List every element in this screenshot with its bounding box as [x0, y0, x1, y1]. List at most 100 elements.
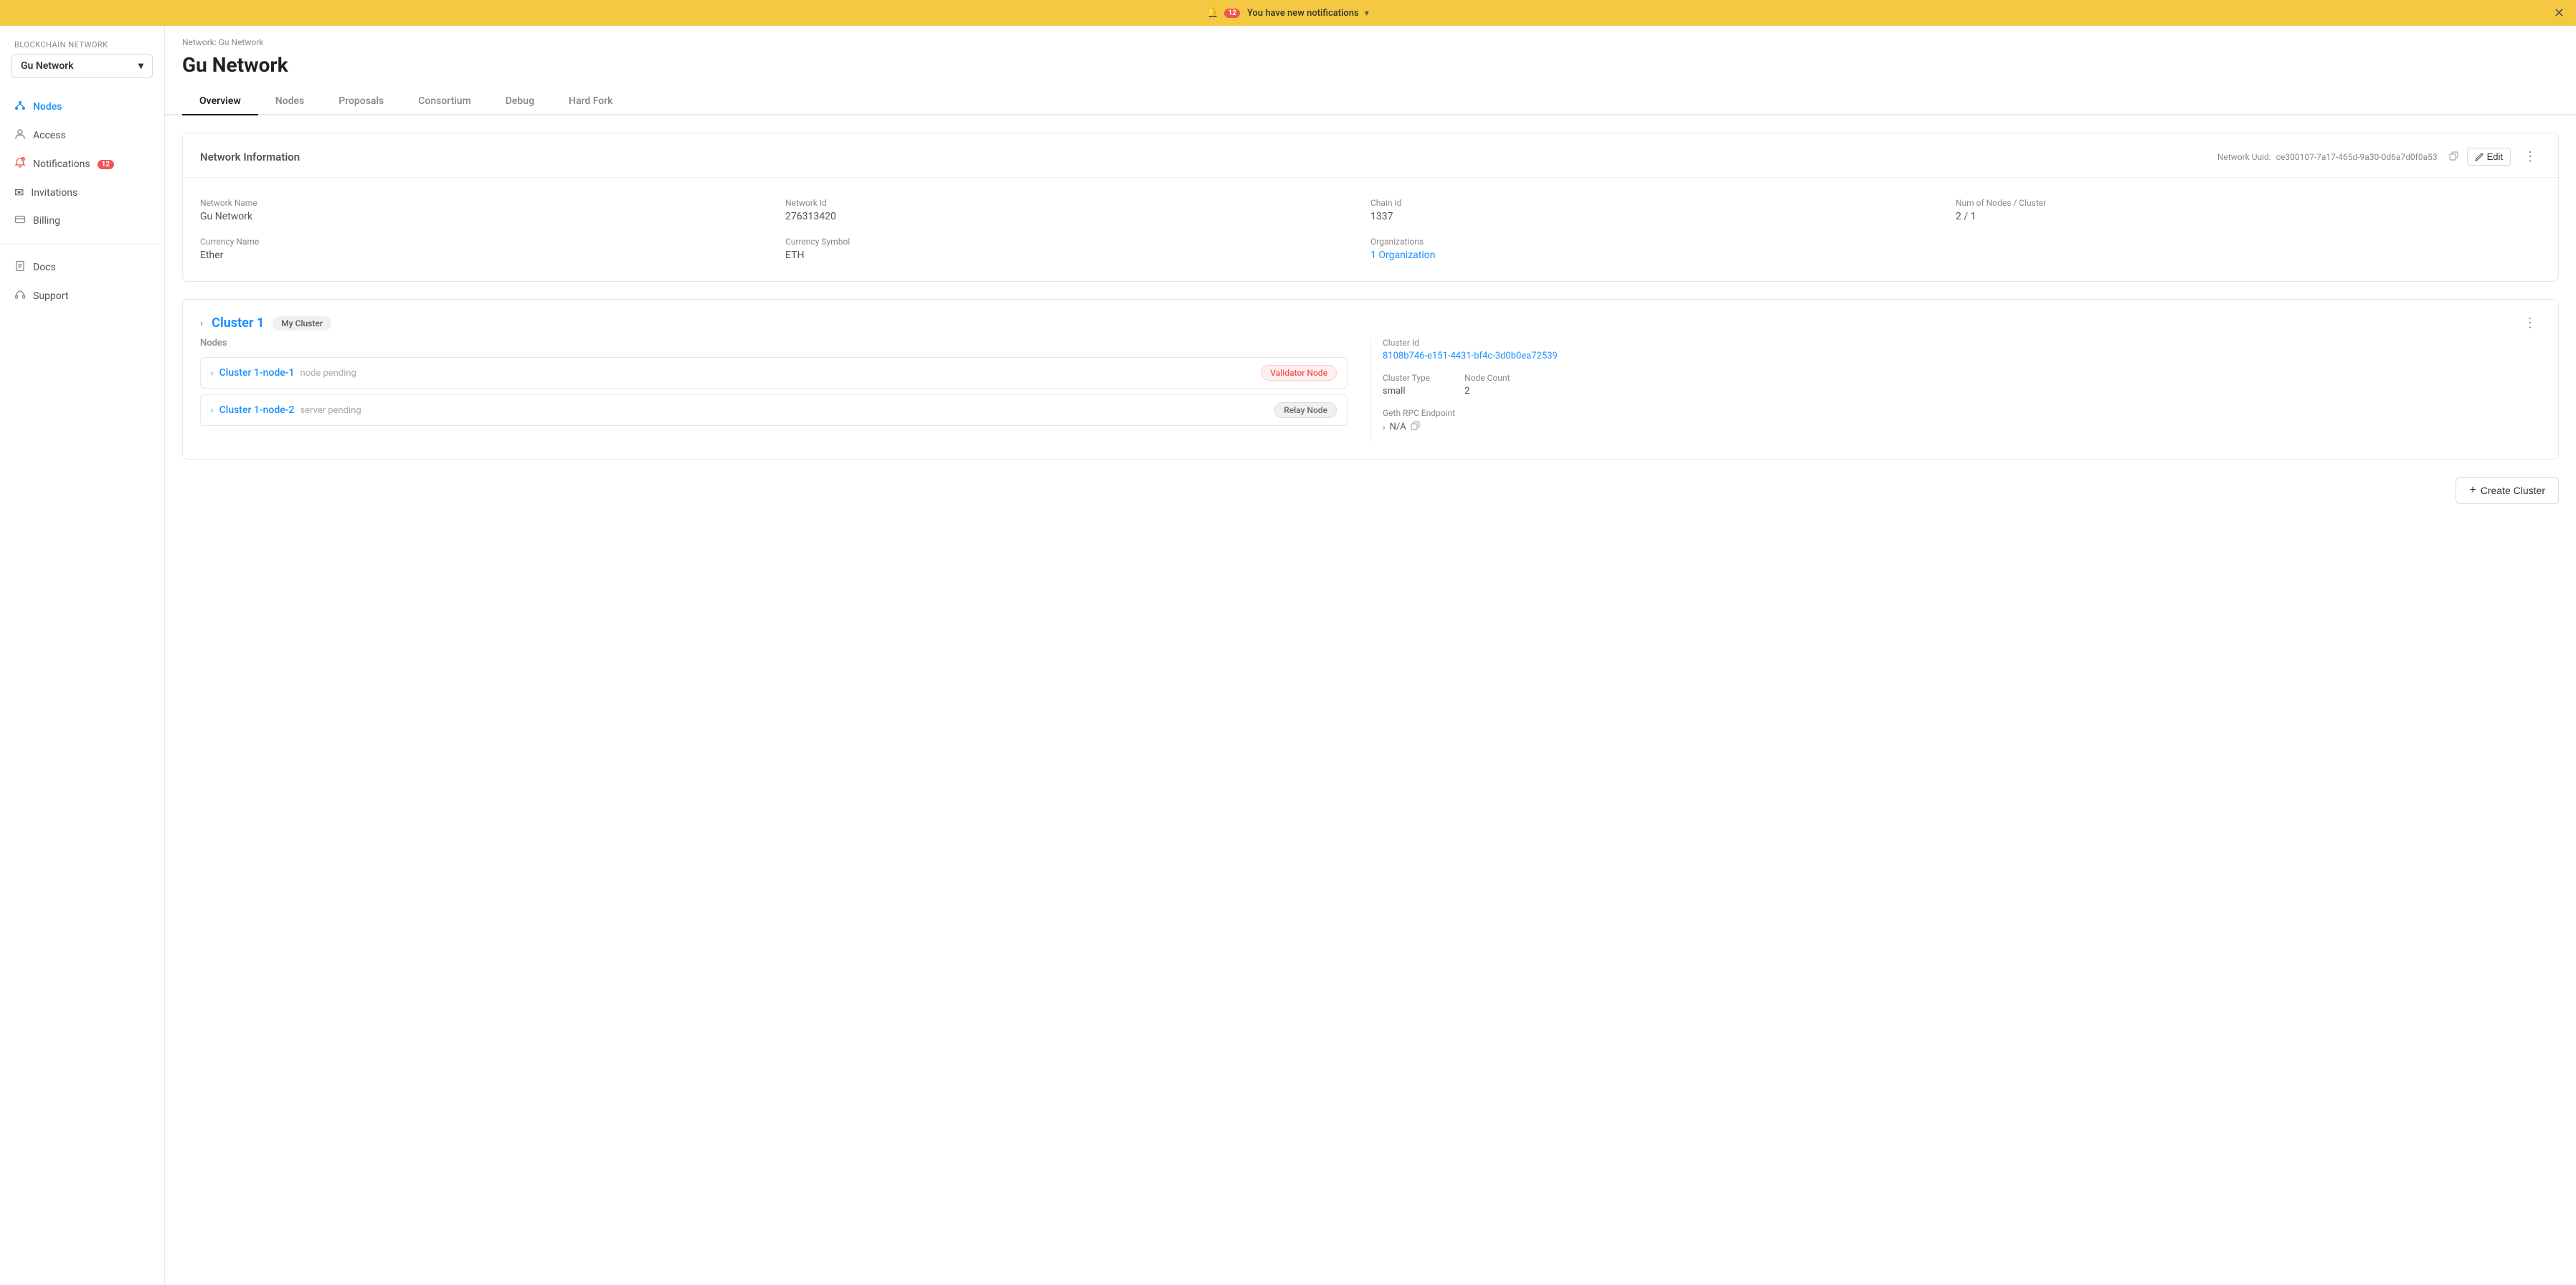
organizations-cell: Organizations 1 Organization — [1370, 231, 1956, 267]
cluster-body: Nodes › Cluster 1-node-1 node pending Va… — [183, 338, 2558, 459]
cluster-type-value: small — [1383, 386, 1430, 397]
node-row-2-left: › Cluster 1-node-2 server pending — [211, 404, 361, 416]
access-icon — [14, 128, 26, 143]
cluster-id-label: Cluster Id — [1383, 338, 2541, 348]
num-nodes-label: Num of Nodes / Cluster — [1956, 198, 2541, 208]
cluster-id-value: 8108b746-e151-4431-bf4c-3d0b0ea72539 — [1383, 351, 2541, 361]
empty-cell — [1956, 231, 2541, 267]
tabs-bar: Overview Nodes Proposals Consortium Debu… — [165, 88, 2576, 115]
notification-banner[interactable]: 🔔 12 You have new notifications ▾ ✕ — [0, 0, 2576, 26]
node-2-type-badge: Relay Node — [1274, 402, 1337, 418]
copy-uuid-icon[interactable] — [2449, 151, 2458, 163]
network-selector-label: Gu Network — [21, 60, 74, 72]
cluster-info-section: Cluster Id 8108b746-e151-4431-bf4c-3d0b0… — [1370, 338, 2541, 445]
copy-geth-rpc-icon[interactable] — [1411, 421, 1420, 433]
sidebar-invitations-label: Invitations — [31, 187, 77, 199]
invitations-icon: ✉ — [14, 186, 24, 199]
edit-button[interactable]: Edit — [2467, 148, 2511, 166]
node-1-type-badge: Validator Node — [1261, 365, 1337, 381]
banner-badge: 12 — [1224, 9, 1239, 18]
create-cluster-wrap: + Create Cluster — [182, 477, 2559, 510]
network-name-value: Gu Network — [200, 211, 785, 222]
support-icon — [14, 289, 26, 303]
sidebar-item-notifications[interactable]: 12 Notifications 12 — [0, 150, 164, 179]
network-uuid-value: ce300107-7a17-465d-9a30-0d6a7d0f0a53 — [2276, 152, 2438, 162]
cluster-chevron-icon: › — [200, 318, 203, 329]
cluster-title-wrap: › Cluster 1 My Cluster — [200, 316, 331, 331]
notifications-badge: 12 — [98, 160, 114, 169]
currency-name-cell: Currency Name Ether — [200, 231, 785, 267]
app-layout: Blockchain Network Gu Network ▾ Nodes — [0, 26, 2576, 1285]
sidebar-billing-label: Billing — [33, 215, 60, 227]
sidebar-item-support[interactable]: Support — [0, 282, 164, 310]
node-2-name[interactable]: Cluster 1-node-2 — [219, 404, 295, 416]
network-info-card: Network Information Network Uuid: ce3001… — [182, 133, 2559, 282]
node-1-status: node pending — [300, 368, 356, 379]
node-count-value: 2 — [1464, 386, 1510, 397]
geth-rpc-value: N/A — [1390, 422, 1406, 432]
currency-symbol-cell: Currency Symbol ETH — [785, 231, 1370, 267]
banner-chevron-icon[interactable]: ▾ — [1365, 8, 1369, 18]
network-info-more-button[interactable]: ⋮ — [2519, 148, 2541, 166]
create-cluster-label: Create Cluster — [2481, 485, 2545, 496]
edit-label: Edit — [2487, 151, 2503, 162]
currency-symbol-label: Currency Symbol — [785, 237, 1370, 247]
network-selector[interactable]: Gu Network ▾ — [11, 54, 153, 78]
banner-close-button[interactable]: ✕ — [2554, 6, 2565, 19]
sidebar-item-access[interactable]: Access — [0, 121, 164, 150]
cluster-badge: My Cluster — [273, 316, 331, 331]
sidebar-docs-label: Docs — [33, 262, 56, 273]
network-name-cell: Network Name Gu Network — [200, 192, 785, 228]
node-count-field: Node Count 2 — [1464, 373, 1510, 397]
num-nodes-value: 2 / 1 — [1956, 211, 2541, 222]
cluster-id-field: Cluster Id 8108b746-e151-4431-bf4c-3d0b0… — [1383, 338, 2541, 361]
sidebar-divider — [0, 244, 164, 245]
cluster-more-button[interactable]: ⋮ — [2519, 314, 2541, 332]
node-count-label: Node Count — [1464, 373, 1510, 383]
cluster-info-row: Cluster Type small Node Count 2 — [1383, 373, 2541, 408]
tab-hardfork[interactable]: Hard Fork — [551, 88, 630, 115]
geth-rpc-chevron-icon: › — [1383, 422, 1386, 432]
cluster-title: Cluster 1 — [212, 316, 264, 331]
network-name-label: Network Name — [200, 198, 785, 208]
network-info-title: Network Information — [200, 151, 300, 163]
currency-name-label: Currency Name — [200, 237, 785, 247]
docs-icon — [14, 260, 26, 275]
organizations-value[interactable]: 1 Organization — [1370, 250, 1956, 261]
num-nodes-cell: Num of Nodes / Cluster 2 / 1 — [1956, 192, 2541, 228]
node-2-status: server pending — [300, 405, 361, 416]
geth-rpc-row: › N/A — [1383, 421, 2541, 433]
main-content: Network: Gu Network Gu Network Overview … — [165, 26, 2576, 1285]
network-id-value: 276313420 — [785, 211, 1370, 222]
node-2-chevron-icon: › — [211, 405, 214, 415]
tab-consortium[interactable]: Consortium — [401, 88, 488, 115]
content-area: Network Information Network Uuid: ce3001… — [165, 115, 2576, 527]
sidebar-item-docs[interactable]: Docs — [0, 253, 164, 282]
create-cluster-button[interactable]: + Create Cluster — [2456, 477, 2559, 504]
banner-message: You have new notifications — [1247, 8, 1359, 19]
network-selector-chevron-icon: ▾ — [138, 60, 143, 72]
currency-name-value: Ether — [200, 250, 785, 261]
cluster-header: › Cluster 1 My Cluster ⋮ — [183, 300, 2558, 338]
cluster-nodes-label: Nodes — [200, 338, 1348, 348]
tab-debug[interactable]: Debug — [488, 88, 551, 115]
tab-overview[interactable]: Overview — [182, 88, 258, 115]
node-1-name[interactable]: Cluster 1-node-1 — [219, 367, 295, 379]
node-row-1: › Cluster 1-node-1 node pending Validato… — [200, 357, 1348, 389]
svg-text:12: 12 — [22, 158, 25, 161]
network-info-card-header: Network Information Network Uuid: ce3001… — [183, 133, 2558, 178]
notifications-icon: 12 — [14, 157, 26, 171]
geth-rpc-field: Geth RPC Endpoint › N/A — [1383, 408, 2541, 433]
tab-proposals[interactable]: Proposals — [321, 88, 401, 115]
sidebar-item-invitations[interactable]: ✉ Invitations — [0, 179, 164, 207]
billing-icon — [14, 214, 26, 228]
chain-id-cell: Chain Id 1337 — [1370, 192, 1956, 228]
chain-id-value: 1337 — [1370, 211, 1956, 222]
banner-content: 🔔 12 You have new notifications ▾ — [1207, 8, 1368, 19]
sidebar-item-nodes[interactable]: Nodes — [0, 93, 164, 121]
sidebar-nodes-label: Nodes — [33, 101, 62, 113]
tab-nodes[interactable]: Nodes — [258, 88, 321, 115]
cluster-card: › Cluster 1 My Cluster ⋮ Nodes › Cluster — [182, 299, 2559, 460]
sidebar-notifications-label: Notifications — [33, 158, 90, 170]
sidebar-item-billing[interactable]: Billing — [0, 207, 164, 235]
